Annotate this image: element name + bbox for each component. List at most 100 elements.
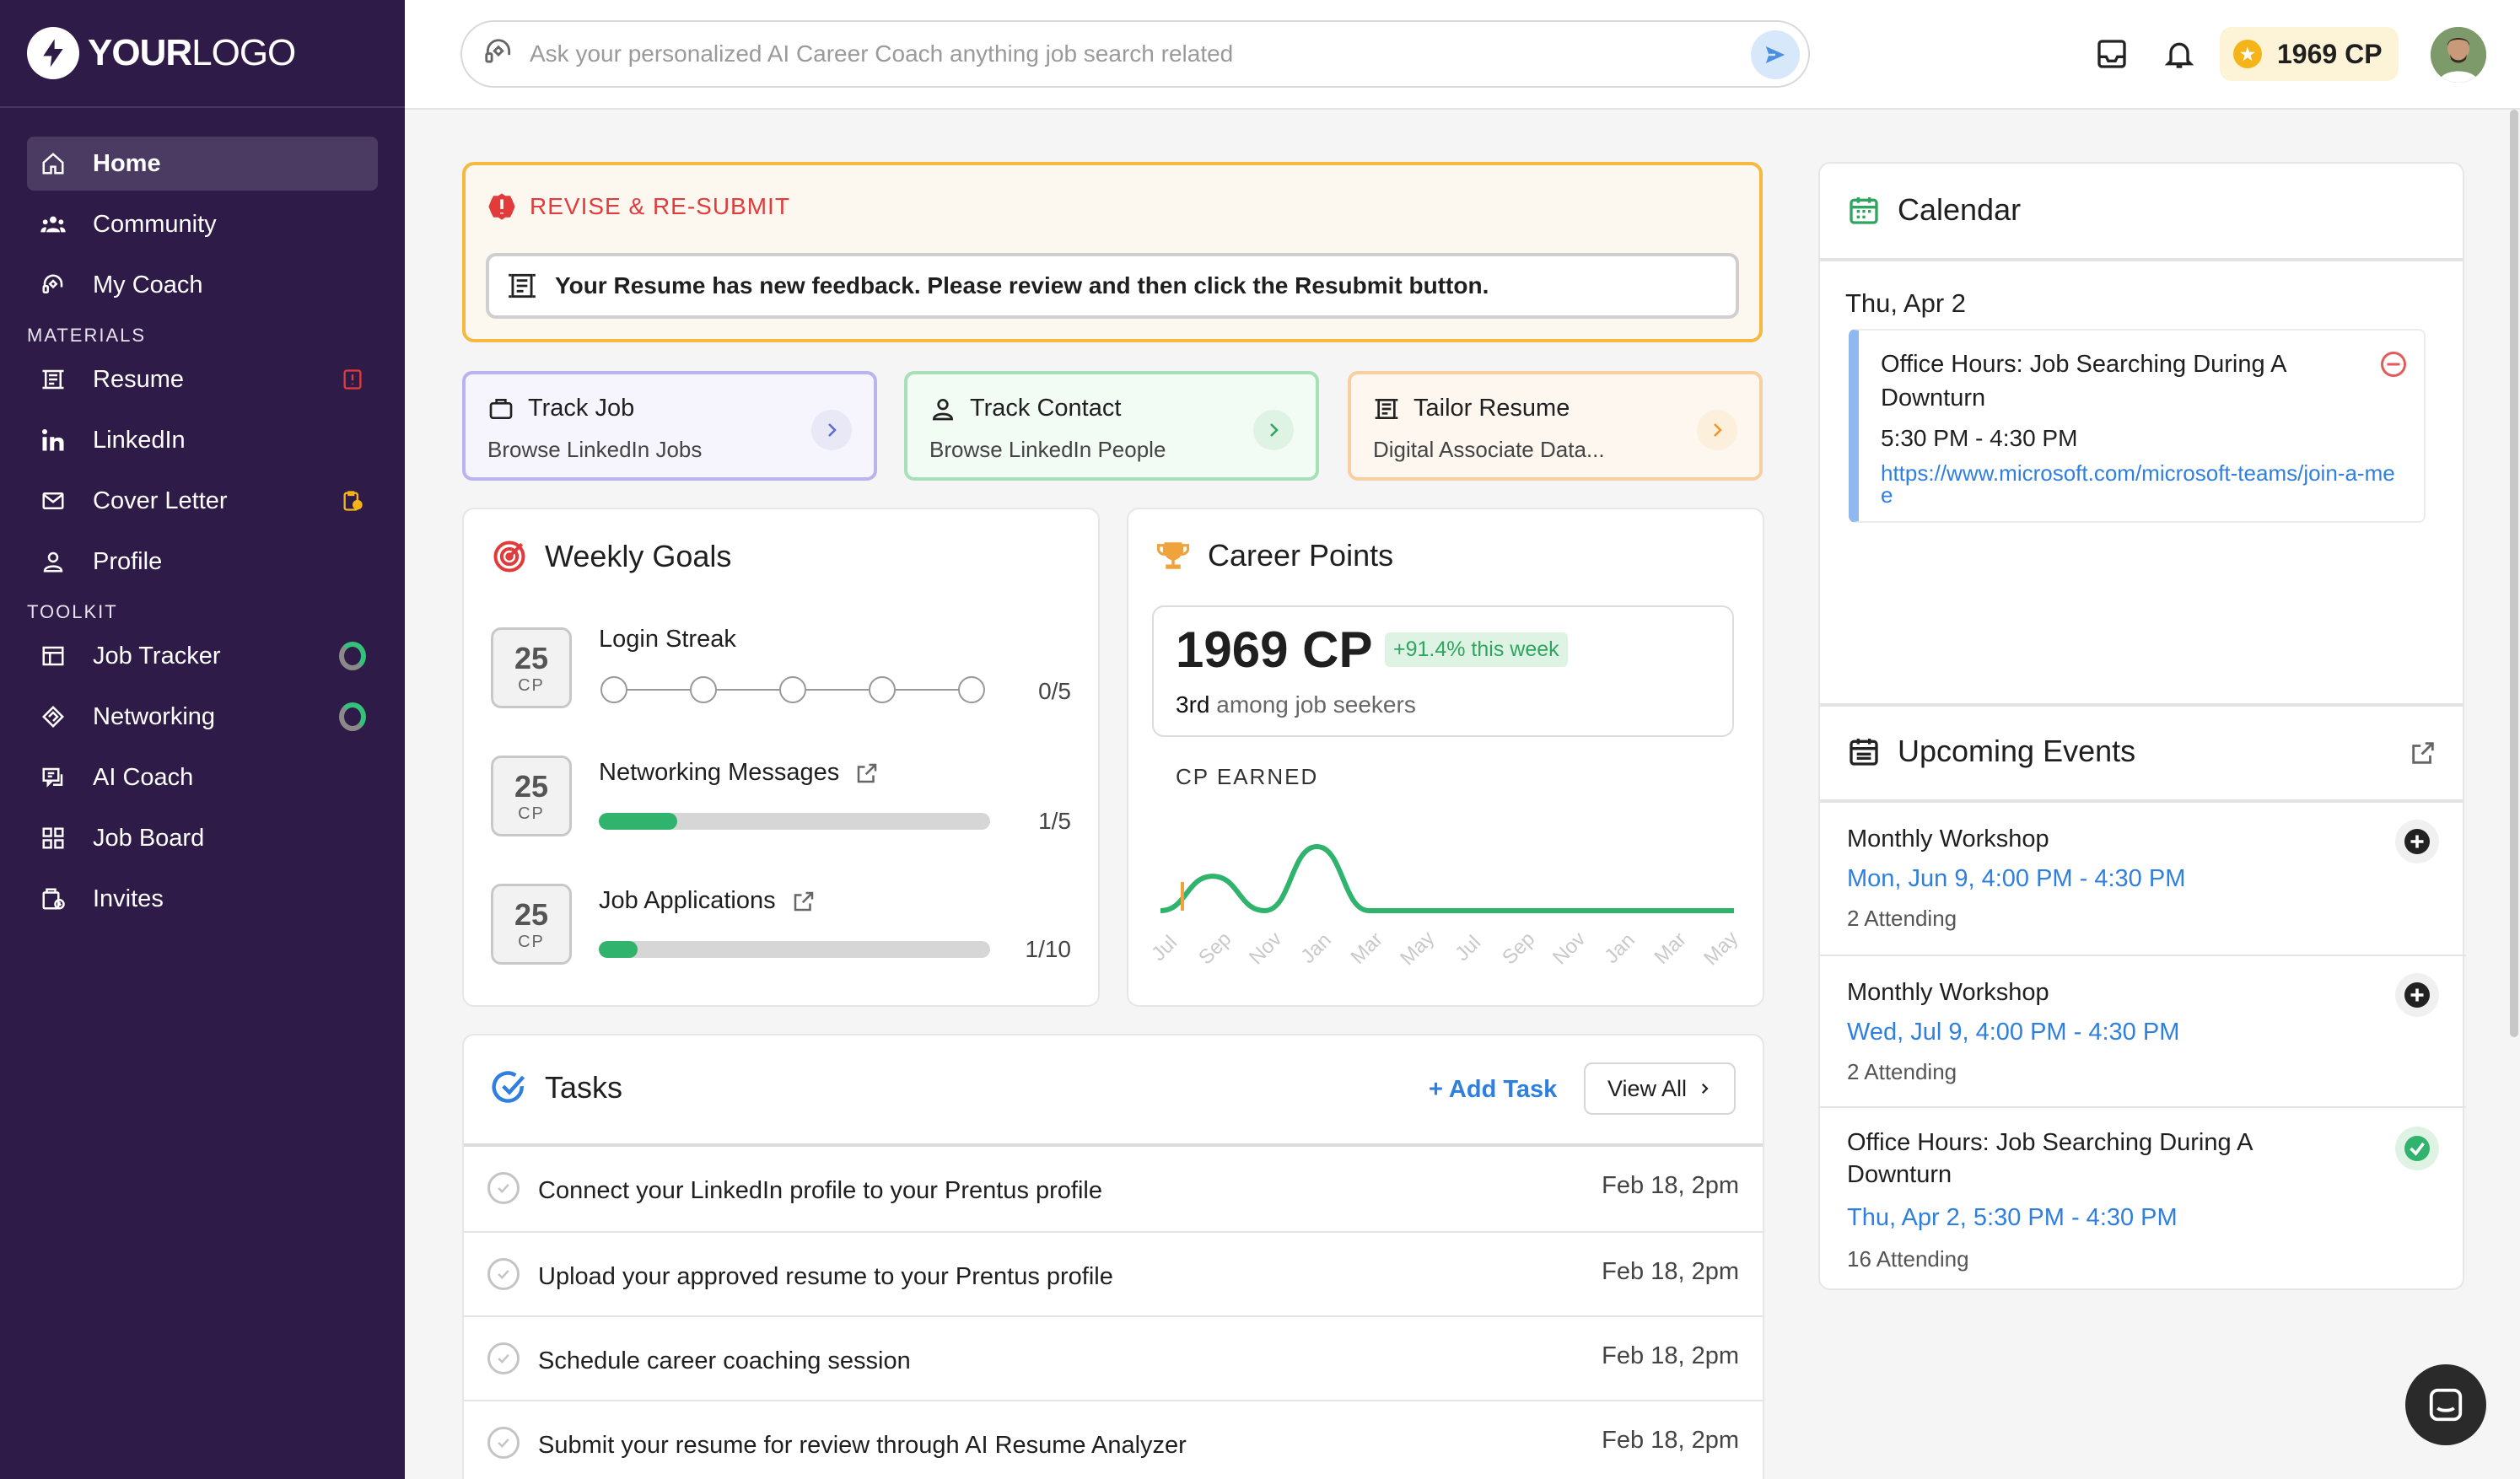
sidebar-item-my-coach[interactable]: My Coach [27, 258, 378, 312]
x-tick-label: Sep [1498, 928, 1539, 969]
send-icon [1765, 46, 1785, 63]
sidebar-item-invites[interactable]: Invites [27, 872, 378, 926]
networking-icon [39, 702, 67, 731]
add-task-button[interactable]: + Add Task [1429, 1076, 1557, 1104]
cp-total: 1969 CP [1176, 621, 1373, 678]
send-button[interactable] [1751, 30, 1800, 79]
progress-ring-icon [339, 702, 366, 731]
calendar-divider [1820, 258, 2463, 261]
avatar[interactable] [2431, 27, 2486, 83]
quick-action-subtitle: Browse LinkedIn Jobs [487, 437, 703, 462]
section-toolkit: TOOLKIT [27, 601, 118, 622]
quick-action-subtitle: Digital Associate Data... [1373, 437, 1605, 462]
sidebar-item-ai-coach[interactable]: AI Coach [27, 750, 378, 804]
x-tick-label: Nov [1245, 928, 1286, 969]
logo[interactable]: YOURLOGO [27, 25, 296, 81]
weekly-goals-card: Weekly Goals 25 CP Login Streak 0/5 25 CP … [462, 508, 1100, 1007]
goal-label: Login Streak [599, 626, 736, 653]
cp-change-badge: +91.4% this week [1385, 632, 1568, 667]
event-title: Office Hours: Job Searching During A Dow… [1847, 1129, 2252, 1188]
task-row[interactable]: Submit your resume for review through AI… [464, 1400, 1764, 1479]
person-icon [929, 395, 956, 422]
task-checkbox[interactable] [487, 1427, 520, 1459]
event-attending: 2 Attending [1847, 906, 1957, 931]
scrollbar[interactable] [2510, 110, 2518, 1037]
sidebar-item-cover-letter[interactable]: Cover Letter [27, 474, 378, 528]
sidebar-item-community[interactable]: Community [27, 197, 378, 251]
ai-coach-search [460, 20, 1810, 88]
sidebar-item-label: Resume [93, 365, 184, 393]
external-link-icon[interactable] [854, 761, 880, 786]
goal-cp-badge: 25 CP [491, 756, 572, 836]
track-job-card[interactable]: Track Job Browse LinkedIn Jobs [462, 371, 877, 481]
career-points-pill[interactable]: ★ 1969 CP [2220, 27, 2399, 81]
external-link-icon[interactable] [791, 889, 816, 914]
task-checkbox[interactable] [487, 1258, 520, 1290]
task-row[interactable]: Connect your LinkedIn profile to your Pr… [464, 1147, 1764, 1231]
event-item[interactable]: Office Hours: Job Searching During A Dow… [1820, 1106, 2466, 1288]
remove-icon[interactable] [2378, 349, 2409, 384]
event-item[interactable]: Monthly Workshop Mon, Jun 9, 4:00 PM - 4… [1820, 803, 2466, 955]
chevron-right-icon [1697, 1081, 1712, 1096]
goal-label: Networking Messages [599, 759, 880, 787]
task-row[interactable]: Schedule career coaching session Feb 18,… [464, 1315, 1764, 1400]
task-date: Feb 18, 2pm [1602, 1258, 1739, 1285]
sidebar-item-linkedin[interactable]: LinkedIn [27, 413, 378, 467]
linkedin-icon [39, 426, 67, 454]
task-checkbox[interactable] [487, 1342, 520, 1374]
bell-icon[interactable] [2159, 34, 2200, 74]
profile-icon [39, 547, 67, 576]
sidebar-item-label: Networking [93, 702, 216, 730]
sidebar-item-label: Invites [93, 885, 164, 912]
goal-cp-badge: 25 CP [491, 884, 572, 965]
joined-check-icon[interactable] [2395, 1127, 2439, 1170]
add-event-icon[interactable] [2395, 973, 2439, 1017]
external-link-icon[interactable] [2409, 739, 2437, 772]
inbox-icon[interactable] [2092, 34, 2132, 74]
cp-line-series [1160, 843, 1734, 914]
task-text: Connect your LinkedIn profile to your Pr… [538, 1177, 1102, 1204]
section-materials: MATERIALS [27, 325, 147, 346]
task-checkbox[interactable] [487, 1172, 520, 1204]
job-tracker-icon [39, 642, 67, 670]
sidebar-item-job-tracker[interactable]: Job Tracker [27, 629, 378, 683]
chevron-right-icon[interactable] [1697, 410, 1737, 450]
search-input[interactable] [530, 40, 1710, 67]
view-all-button[interactable]: View All [1584, 1062, 1736, 1115]
revise-message[interactable]: Your Resume has new feedback. Please rev… [486, 253, 1739, 319]
career-points-title: Career Points [1208, 538, 1394, 573]
coach-icon [39, 271, 67, 299]
task-row[interactable]: Upload your approved resume to your Pren… [464, 1231, 1764, 1315]
quick-action-subtitle: Browse LinkedIn People [929, 437, 1166, 462]
sidebar-item-profile[interactable]: Profile [27, 535, 378, 589]
chat-launcher-button[interactable] [2405, 1364, 2486, 1445]
sidebar-item-resume[interactable]: Resume [27, 352, 378, 406]
calendar-event-link[interactable]: https://www.microsoft.com/microsoft-team… [1881, 462, 2404, 506]
tailor-resume-card[interactable]: Tailor Resume Digital Associate Data... [1348, 371, 1763, 481]
goal-progress-bar [599, 813, 990, 830]
revise-banner: REVISE & RE-SUBMIT Your Resume has new f… [462, 162, 1763, 342]
sidebar-item-networking[interactable]: Networking [27, 690, 378, 744]
sidebar-item-label: Cover Letter [93, 487, 228, 514]
task-date: Feb 18, 2pm [1602, 1172, 1739, 1199]
sidebar-item-home[interactable]: Home [27, 137, 378, 191]
sidebar-item-job-board[interactable]: Job Board [27, 811, 378, 865]
quick-action-title: Track Job [528, 395, 635, 422]
alert-badge-icon [339, 366, 366, 393]
add-event-icon[interactable] [2395, 820, 2439, 863]
sidebar-item-label: Profile [93, 547, 163, 575]
briefcase-icon [487, 395, 514, 422]
chevron-right-icon[interactable] [1253, 410, 1294, 450]
calendar-event[interactable]: Office Hours: Job Searching During A Dow… [1849, 329, 2426, 523]
event-attending: 2 Attending [1847, 1059, 1957, 1084]
track-contact-card[interactable]: Track Contact Browse LinkedIn People [904, 371, 1319, 481]
x-tick-label: Jul [1152, 931, 1182, 965]
community-icon [39, 210, 67, 239]
calendar-event-title: Office Hours: Job Searching During A Dow… [1881, 351, 2286, 411]
event-item[interactable]: Monthly Workshop Wed, Jul 9, 4:00 PM - 4… [1820, 955, 2466, 1106]
quick-action-title: Tailor Resume [1413, 395, 1570, 422]
events-divider [1820, 703, 2463, 707]
chevron-right-icon[interactable] [811, 410, 852, 450]
sidebar: YOURLOGO Home Community My Coach MATERIA… [0, 0, 405, 1479]
goal-label: Job Applications [599, 887, 816, 915]
